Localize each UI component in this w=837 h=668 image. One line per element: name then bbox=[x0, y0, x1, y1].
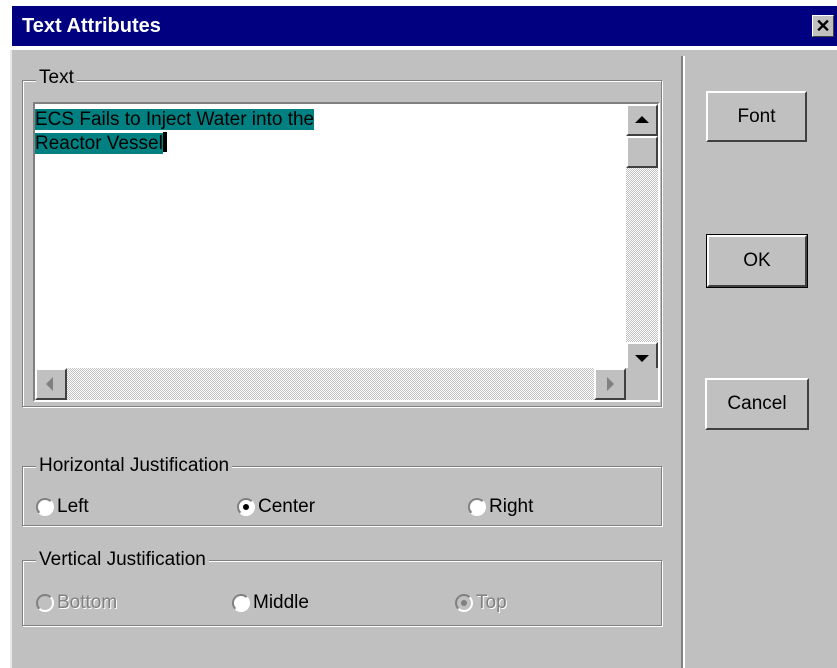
arrow-left-icon bbox=[46, 377, 53, 391]
window-left-edge-inner bbox=[10, 50, 12, 668]
scroll-thumb[interactable] bbox=[626, 136, 658, 168]
radio-top: Top bbox=[455, 592, 507, 614]
ok-button[interactable]: OK bbox=[706, 234, 808, 288]
text-line-2: Reactor Vessel bbox=[35, 133, 163, 154]
radio-center-label: Center bbox=[258, 496, 316, 517]
window-title: Text Attributes bbox=[22, 15, 161, 37]
scroll-left-button[interactable] bbox=[35, 368, 67, 400]
radio-left[interactable]: Left bbox=[36, 496, 89, 518]
ok-button-label: OK bbox=[743, 250, 771, 271]
arrow-up-icon bbox=[635, 116, 649, 123]
title-bar: Text Attributes ✕ bbox=[0, 0, 837, 50]
scroll-right-button[interactable] bbox=[594, 368, 626, 400]
radio-left-circle[interactable] bbox=[36, 498, 54, 516]
arrow-down-icon bbox=[635, 355, 649, 362]
radio-bottom: Bottom bbox=[36, 592, 117, 614]
vertical-justification-legend: Vertical Justification bbox=[36, 550, 209, 570]
vertical-divider-highlight bbox=[683, 56, 685, 668]
radio-center-circle[interactable] bbox=[237, 498, 255, 516]
cancel-button[interactable]: Cancel bbox=[705, 378, 809, 430]
radio-right[interactable]: Right bbox=[468, 496, 533, 518]
text-line-1: ECS Fails to Inject Water into the bbox=[35, 109, 315, 130]
text-caret bbox=[162, 132, 167, 152]
close-icon: ✕ bbox=[815, 16, 831, 36]
font-button-label: Font bbox=[737, 105, 776, 127]
radio-top-label: Top bbox=[476, 592, 507, 613]
radio-bottom-label: Bottom bbox=[57, 592, 118, 613]
radio-right-label: Right bbox=[489, 496, 534, 517]
radio-left-label: Left bbox=[57, 496, 89, 517]
radio-middle-circle[interactable] bbox=[232, 594, 250, 612]
text-group-legend: Text bbox=[36, 68, 77, 88]
horizontal-scrollbar[interactable] bbox=[35, 368, 626, 400]
radio-selected-dot bbox=[461, 600, 467, 606]
scroll-up-button[interactable] bbox=[626, 104, 658, 136]
radio-middle[interactable]: Middle bbox=[232, 592, 309, 614]
cancel-button-label: Cancel bbox=[727, 393, 787, 414]
text-content[interactable]: ECS Fails to Inject Water into the React… bbox=[35, 108, 315, 156]
radio-bottom-circle bbox=[36, 594, 54, 612]
radio-selected-dot bbox=[243, 504, 249, 510]
text-edit-area[interactable]: ECS Fails to Inject Water into the React… bbox=[33, 102, 660, 402]
font-button[interactable]: Font bbox=[706, 91, 807, 142]
arrow-right-icon bbox=[607, 377, 614, 391]
radio-middle-label: Middle bbox=[253, 592, 309, 613]
scrollbar-corner bbox=[626, 368, 658, 400]
close-button[interactable]: ✕ bbox=[812, 15, 834, 37]
radio-right-circle[interactable] bbox=[468, 498, 486, 516]
radio-center[interactable]: Center bbox=[237, 496, 315, 518]
radio-top-circle bbox=[455, 594, 473, 612]
vertical-scrollbar[interactable] bbox=[626, 104, 658, 374]
horizontal-justification-legend: Horizontal Justification bbox=[36, 456, 233, 476]
